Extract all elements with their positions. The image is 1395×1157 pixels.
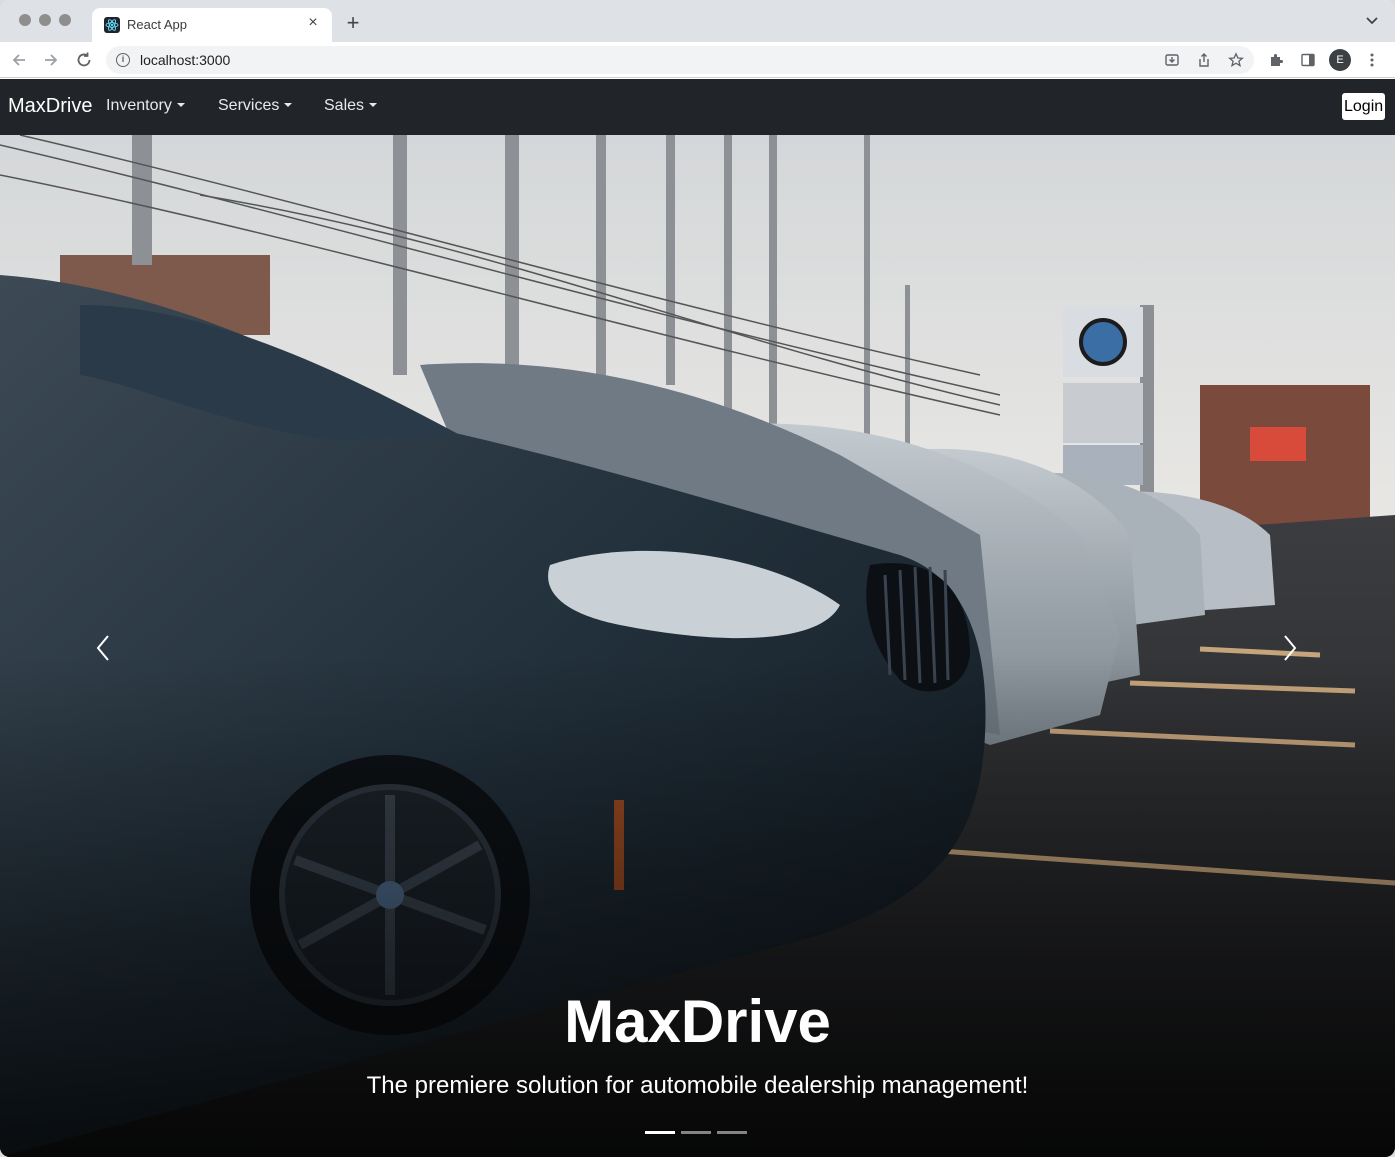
carousel-next-icon[interactable] [1277, 633, 1301, 663]
address-bar[interactable]: i localhost:3000 [106, 46, 1254, 74]
tab-search-chevron-icon[interactable] [1365, 14, 1379, 28]
reload-icon[interactable] [74, 50, 94, 70]
maximize-window-button[interactable] [59, 14, 71, 26]
hero-subtitle: The premiere solution for automobile dea… [366, 1072, 1029, 1099]
nav-label: Services [218, 97, 280, 114]
kebab-menu-icon[interactable] [1366, 51, 1378, 69]
navbar-brand[interactable]: MaxDrive [8, 95, 92, 118]
nav-dropdown-services[interactable]: Services [218, 97, 293, 115]
url-text[interactable]: localhost:3000 [140, 52, 230, 68]
react-favicon-icon [104, 17, 120, 33]
nav-label: Sales [324, 97, 365, 114]
nav-dropdown-inventory[interactable]: Inventory [106, 97, 185, 115]
browser-tab[interactable]: React App × [92, 8, 332, 42]
browser-toolbar: i localhost:3000 E [0, 42, 1395, 78]
extensions-icon[interactable] [1268, 52, 1284, 68]
new-tab-button[interactable]: + [342, 12, 364, 34]
carousel-indicator-2[interactable] [681, 1131, 711, 1134]
star-icon[interactable] [1228, 52, 1244, 68]
forward-icon[interactable] [41, 50, 61, 70]
nav-label: Inventory [106, 97, 172, 114]
caret-down-icon [284, 103, 293, 107]
back-icon[interactable] [9, 50, 29, 70]
tab-strip: React App × + [0, 0, 1395, 42]
minimize-window-button[interactable] [39, 14, 51, 26]
caret-down-icon [176, 103, 185, 107]
caret-down-icon [369, 103, 378, 107]
browser-window: React App × + i localhost:3000 E MaxDriv… [0, 0, 1395, 1157]
tab-close-icon[interactable]: × [304, 14, 322, 32]
app-navbar: MaxDrive Inventory Services Sales Login [0, 79, 1395, 135]
info-icon[interactable]: i [116, 53, 130, 67]
carousel-indicator-1[interactable] [645, 1131, 675, 1134]
nav-dropdown-sales[interactable]: Sales [324, 97, 378, 115]
close-window-button[interactable] [19, 14, 31, 26]
carousel-prev-icon[interactable] [92, 633, 116, 663]
tab-title: React App [127, 17, 187, 32]
hero-title: MaxDrive [564, 988, 831, 1055]
carousel-indicator-3[interactable] [717, 1131, 747, 1134]
login-button[interactable]: Login [1342, 93, 1386, 120]
profile-avatar[interactable]: E [1329, 49, 1351, 71]
share-icon[interactable] [1196, 52, 1212, 68]
hero-carousel: MaxDrive The premiere solution for autom… [0, 135, 1395, 1157]
sidepanel-icon[interactable] [1300, 52, 1316, 68]
install-icon[interactable] [1164, 52, 1180, 68]
